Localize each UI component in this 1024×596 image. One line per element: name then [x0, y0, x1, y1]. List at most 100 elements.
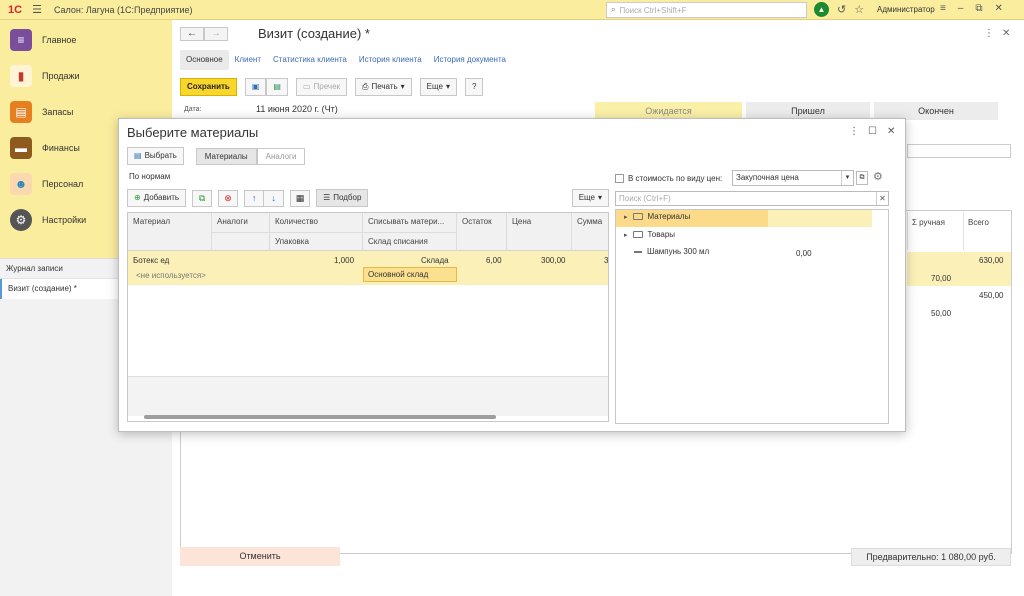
column-rest[interactable]: Остаток: [457, 213, 507, 251]
global-search-input[interactable]: ⌕ Поиск Ctrl+Shift+F: [606, 2, 807, 18]
tab-materials[interactable]: Материалы: [195, 147, 257, 165]
row-rest: 6,00: [486, 256, 502, 265]
chevron-down-icon: ▾: [400, 82, 405, 91]
price-type-checkbox[interactable]: В стоимость по виду цен:: [615, 174, 722, 183]
expand-arrow-icon[interactable]: ▸: [624, 213, 628, 221]
move-up-icon[interactable]: ↑: [244, 189, 265, 207]
restore-icon[interactable]: ⧉: [975, 3, 982, 14]
tab-main[interactable]: Основное: [180, 50, 229, 70]
sidebar-item-sales[interactable]: ▮ Продажи: [0, 58, 172, 94]
expand-arrow-icon[interactable]: ▸: [624, 231, 628, 239]
favorites-star-icon[interactable]: ☆: [854, 3, 864, 16]
item-icon: [634, 250, 642, 253]
delete-icon[interactable]: ⊗: [218, 189, 239, 207]
row-material[interactable]: Ботекс ед: [133, 256, 169, 265]
row-price[interactable]: 300,00: [541, 256, 565, 265]
close-window-icon[interactable]: ✕: [995, 3, 1003, 14]
catalog-search-input[interactable]: Поиск (Ctrl+F) ✕: [615, 191, 889, 206]
print-button[interactable]: ⎙ Печать ▾: [355, 78, 412, 96]
chevron-down-icon: ▾: [445, 82, 450, 91]
history-icon[interactable]: ↺: [837, 3, 846, 16]
dialog-maximize-icon[interactable]: ☐: [868, 126, 877, 137]
sidebar-item-label: Запасы: [42, 107, 74, 117]
add-button[interactable]: ⊕ Добавить: [127, 189, 187, 207]
tab-client[interactable]: Клиент: [229, 50, 267, 70]
header-separator: [363, 232, 456, 233]
sidebar-item-main[interactable]: ≡ Главное: [0, 22, 172, 58]
column-analogs[interactable]: Аналоги: [212, 213, 270, 251]
navigation-buttons: ← →: [180, 27, 228, 41]
barcode-icon[interactable]: ▦: [290, 189, 311, 207]
row-quantity[interactable]: 1,000: [334, 256, 354, 265]
tab-analogs[interactable]: Аналоги: [256, 147, 306, 165]
save-button[interactable]: Сохранить: [180, 78, 237, 96]
list-item[interactable]: ▸ Товары: [616, 228, 888, 245]
table-row[interactable]: Ботекс ед <не используется> 1,000 Склада…: [128, 251, 608, 285]
dialog-more-icon[interactable]: ⋮: [849, 126, 859, 137]
choose-label: Выбрать: [144, 151, 177, 160]
tree-item-content: Шампунь 300 мл: [634, 247, 709, 256]
column-price[interactable]: Цена: [507, 213, 572, 251]
date-value[interactable]: 11 июня 2020 г. (Чт): [256, 104, 338, 114]
tab-client-stats[interactable]: Статистика клиента: [267, 50, 353, 70]
recheck-button[interactable]: ▭ Пречек: [295, 78, 348, 96]
tab-client-history[interactable]: История клиента: [353, 50, 428, 70]
tree-item-label: Товары: [647, 230, 676, 239]
pick-button[interactable]: ☰ Подбор: [316, 189, 369, 207]
choose-icon: ▤: [134, 151, 142, 160]
checkbox-box[interactable]: [615, 174, 624, 183]
grid-more-button[interactable]: Еще ▾: [571, 189, 609, 207]
column-sum[interactable]: Сумма: [572, 213, 608, 251]
view-switch: Материалы Аналоги: [195, 147, 306, 165]
gear-icon[interactable]: ⚙: [873, 170, 883, 183]
form-more-icon[interactable]: ⋮: [984, 28, 994, 39]
global-search-placeholder: Поиск Ctrl+Shift+F: [619, 5, 687, 15]
settings-menu-icon[interactable]: ≡: [940, 3, 946, 14]
move-down-icon[interactable]: ↓: [264, 189, 285, 207]
notification-bell-icon[interactable]: ▲: [814, 2, 829, 17]
grid-footer: [128, 376, 608, 416]
help-button[interactable]: ?: [464, 78, 484, 96]
grid-more-label: Еще: [578, 193, 595, 202]
add-icon: ⊕: [134, 193, 141, 202]
column-analogs-label: Аналоги: [217, 217, 248, 226]
clear-search-icon[interactable]: ✕: [876, 192, 888, 205]
save-disk-icon[interactable]: ▣: [244, 78, 267, 96]
column-writeoff[interactable]: Списывать матери... Склад списания: [363, 213, 457, 251]
move-buttons: ↑ ↓: [244, 189, 285, 207]
choose-button[interactable]: ▤ Выбрать: [127, 147, 184, 165]
chevron-down-icon[interactable]: ▾: [841, 171, 853, 185]
list-item[interactable]: ▸ Материалы: [616, 210, 888, 227]
scrollbar-thumb[interactable]: [144, 415, 496, 419]
open-price-type-icon[interactable]: ⧉: [856, 171, 868, 185]
comment-input[interactable]: [907, 144, 1011, 158]
copy-icon[interactable]: ⧉: [192, 189, 213, 207]
preliminary-total: Предварительно: 1 080,00 руб.: [851, 548, 1011, 566]
horizontal-scrollbar[interactable]: [130, 415, 606, 420]
list-item[interactable]: Шампунь 300 мл 0,00: [616, 245, 888, 262]
column-material[interactable]: Материал: [128, 213, 212, 251]
column-quantity-label: Количество: [275, 217, 318, 226]
minimize-icon[interactable]: –: [958, 3, 964, 14]
column-quantity[interactable]: Количество Упаковка: [270, 213, 363, 251]
cancel-button[interactable]: Отменить: [180, 547, 340, 566]
forward-arrow-icon[interactable]: →: [204, 27, 228, 41]
row-writeoff[interactable]: Склада: [421, 256, 449, 265]
tab-document-history[interactable]: История документа: [428, 50, 512, 70]
dialog-close-icon[interactable]: ✕: [887, 126, 895, 137]
column-pack-label: Упаковка: [275, 237, 309, 246]
post-document-icon[interactable]: ▤: [266, 78, 288, 96]
wallet-icon: ▬: [10, 137, 32, 159]
catalog-tree: ▸ Материалы ▸ Товары Шампунь 300 мл 0,00: [615, 209, 889, 424]
form-toolbar: Сохранить ▣ ▤ ▭ Пречек ⎙ Печать ▾ Еще ▾ …: [180, 78, 484, 96]
form-more-button[interactable]: Еще ▾: [419, 78, 457, 96]
user-name[interactable]: Администратор: [877, 5, 935, 14]
row-warehouse[interactable]: Основной склад: [363, 267, 457, 282]
column-writeoff-label: Списывать матери...: [368, 217, 445, 226]
tree-item-label: Материалы: [647, 212, 691, 221]
form-close-icon[interactable]: ✕: [1002, 28, 1010, 39]
hamburger-menu-icon[interactable]: ☰: [32, 3, 42, 16]
back-arrow-icon[interactable]: ←: [180, 27, 204, 41]
form-tabs: Основное Клиент Статистика клиента Истор…: [180, 50, 512, 70]
price-type-select[interactable]: Закупочная цена ▾: [732, 170, 854, 186]
